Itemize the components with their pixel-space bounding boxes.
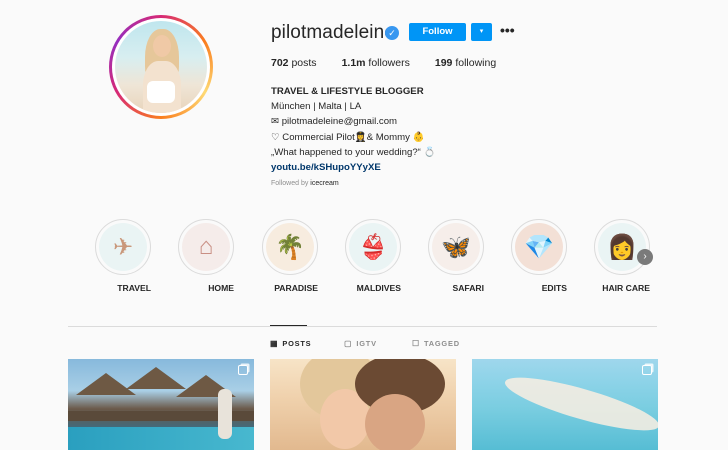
bio-link[interactable]: youtu.be/kSHupoYYyXE bbox=[271, 160, 435, 175]
bio-email: ✉ pilotmadeleine@gmail.com bbox=[271, 116, 398, 128]
highlights-next-icon[interactable]: › bbox=[637, 249, 653, 265]
profile-stats: 702 posts 1.1m followers 199 following bbox=[271, 57, 521, 69]
post-thumbnail-overwater-villa[interactable] bbox=[68, 359, 254, 450]
highlight-cover-icon: ⌂ bbox=[182, 223, 230, 271]
post-thumbnail-couple[interactable] bbox=[270, 359, 456, 450]
followed-by-text: Followed by icecream bbox=[271, 180, 339, 187]
posts-count: 702 posts bbox=[271, 57, 317, 69]
tagged-icon: ☐ bbox=[412, 339, 420, 348]
highlight-maldives[interactable]: 👙 MALDIVES bbox=[345, 219, 401, 296]
highlight-label: EDITS bbox=[541, 283, 567, 293]
avatar-border bbox=[112, 18, 210, 116]
highlight-ring: 👩 bbox=[594, 219, 650, 275]
highlight-ring: 👙 bbox=[345, 219, 401, 275]
bio-occupation: ♡ Commercial Pilot👩‍✈️& Mommy 👶 bbox=[271, 131, 425, 143]
highlight-travel[interactable]: ✈ TRAVEL bbox=[95, 219, 151, 296]
highlight-label: MALDIVES bbox=[356, 283, 401, 293]
highlight-cover-icon: 🦋 bbox=[432, 223, 480, 271]
avatar-photo bbox=[115, 21, 207, 113]
followed-by-user[interactable]: icecream bbox=[310, 180, 338, 187]
bio-quote: „What happened to your wedding?“ 💍 bbox=[271, 146, 436, 158]
profile-avatar[interactable] bbox=[109, 15, 213, 119]
tab-tagged[interactable]: ☐ TAGGED bbox=[412, 339, 460, 348]
highlight-cover-icon: ✈ bbox=[99, 223, 147, 271]
highlight-ring: 🦋 bbox=[428, 219, 484, 275]
tabs-divider bbox=[68, 326, 657, 327]
grid-icon: ▦ bbox=[270, 339, 279, 348]
post-thumbnail-sandbank[interactable] bbox=[472, 359, 658, 450]
highlight-edits[interactable]: 💎 EDITS bbox=[511, 219, 567, 296]
tab-posts[interactable]: ▦ POSTS bbox=[270, 339, 311, 348]
multiple-images-icon bbox=[642, 365, 652, 375]
highlight-ring: 💎 bbox=[511, 219, 567, 275]
highlight-ring: ⌂ bbox=[178, 219, 234, 275]
highlight-ring: 🌴 bbox=[262, 219, 318, 275]
follow-button[interactable]: Follow bbox=[409, 23, 466, 41]
igtv-icon: ▢ bbox=[344, 339, 353, 348]
highlight-ring: ✈ bbox=[95, 219, 151, 275]
highlight-safari[interactable]: 🦋 SAFARI bbox=[428, 219, 484, 296]
highlight-label: SAFARI bbox=[452, 283, 484, 293]
highlight-cover-icon: 🌴 bbox=[266, 223, 314, 271]
bio-title: TRAVEL & LIFESTYLE BLOGGER bbox=[271, 86, 424, 97]
highlight-label: HOME bbox=[208, 283, 234, 293]
tab-igtv[interactable]: ▢ IGTV bbox=[344, 339, 377, 348]
suggested-dropdown-button[interactable]: ▾ bbox=[471, 23, 492, 41]
highlight-label: PARADISE bbox=[274, 283, 318, 293]
highlight-cover-icon: 👙 bbox=[349, 223, 397, 271]
profile-bio: TRAVEL & LIFESTYLE BLOGGER München | Mal… bbox=[271, 84, 435, 175]
verified-badge-icon: ✓ bbox=[385, 26, 399, 40]
highlight-cover-icon: 👩 bbox=[598, 223, 646, 271]
following-count[interactable]: 199 following bbox=[435, 57, 496, 69]
highlight-label: TRAVEL bbox=[117, 283, 151, 293]
profile-username: pilotmadeleine bbox=[271, 22, 395, 43]
followers-count[interactable]: 1.1m followers bbox=[342, 57, 410, 69]
highlight-paradise[interactable]: 🌴 PARADISE bbox=[262, 219, 318, 296]
chevron-down-icon: ▾ bbox=[479, 28, 484, 35]
highlight-cover-icon: 💎 bbox=[515, 223, 563, 271]
more-options-icon[interactable]: ••• bbox=[500, 23, 515, 37]
bio-location: München | Malta | LA bbox=[271, 101, 362, 113]
highlight-home[interactable]: ⌂ HOME bbox=[178, 219, 234, 296]
multiple-images-icon bbox=[238, 365, 248, 375]
active-tab-indicator bbox=[270, 325, 307, 326]
highlight-label: HAIR CARE bbox=[602, 283, 650, 293]
